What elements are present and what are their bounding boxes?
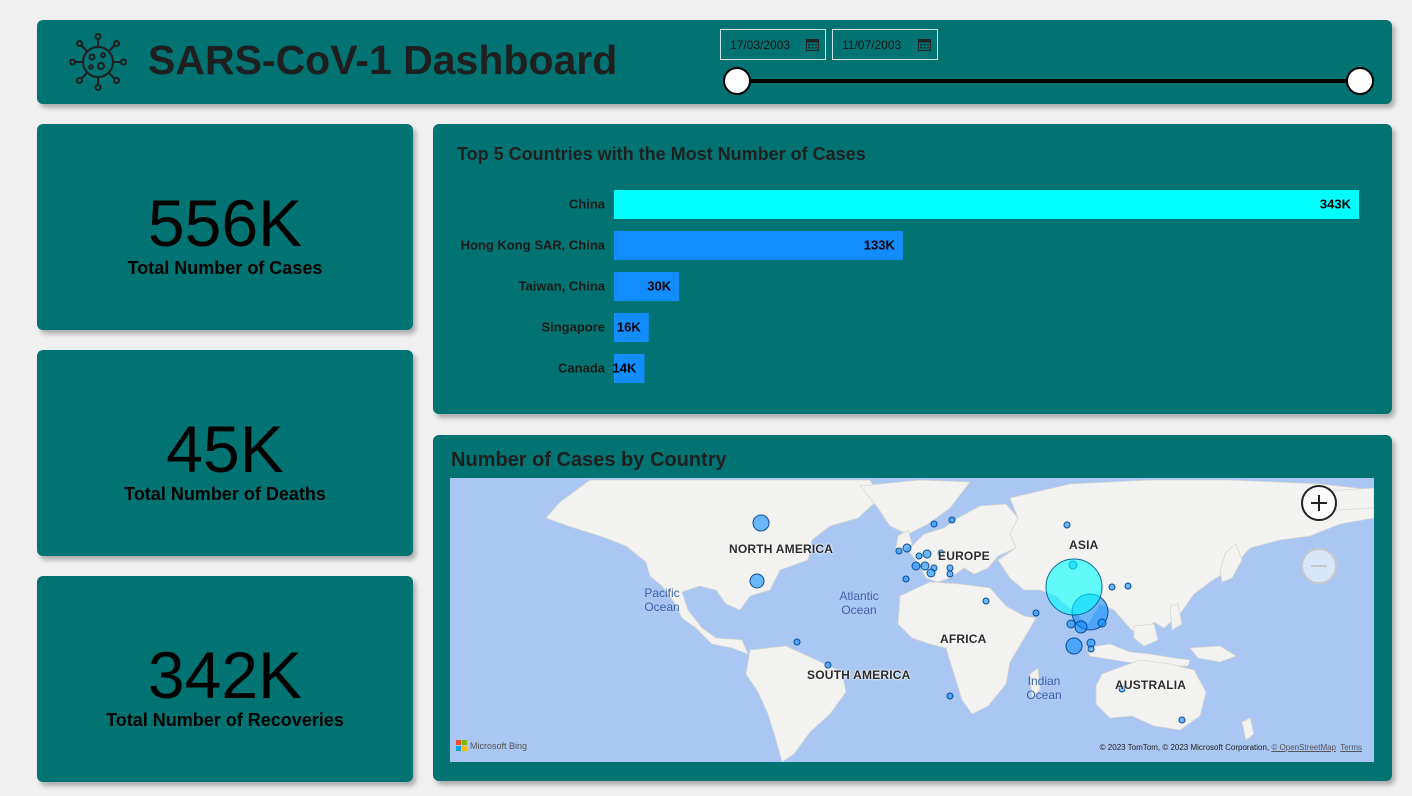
map-bubble	[915, 552, 923, 560]
map-bubble	[1108, 583, 1116, 591]
world-map[interactable]: NORTH AMERICA EUROPE ASIA AFRICA SOUTH A…	[450, 478, 1374, 762]
calendar-icon[interactable]	[806, 38, 819, 51]
kpi-label-cases: Total Number of Cases	[127, 258, 323, 278]
kpi-card-cases: 556K Total Number of Cases	[37, 124, 413, 330]
top-countries-chart-card: Top 5 Countries with the Most Number of …	[433, 124, 1392, 414]
zoom-in-button[interactable]	[1301, 485, 1337, 521]
openstreetmap-link[interactable]: © OpenStreetMap	[1271, 743, 1336, 752]
continent-label-asia: ASIA	[1069, 538, 1099, 552]
map-title: Number of Cases by Country	[451, 449, 727, 471]
dashboard-title: SARS-CoV-1 Dashboard	[148, 37, 618, 83]
map-bubble	[1124, 582, 1132, 590]
map-bubble	[926, 568, 936, 578]
bar-category-label: Canada	[558, 361, 606, 376]
ocean-label-pacific: Pacific Ocean	[644, 586, 680, 614]
continent-label-europe: EUROPE	[938, 549, 990, 563]
continent-label-north-america: NORTH AMERICA	[729, 542, 834, 556]
calendar-icon[interactable]	[918, 38, 931, 51]
bar-value-label: 14K	[613, 361, 637, 376]
terms-link[interactable]: Terms	[1340, 743, 1362, 752]
map-bubble	[1097, 618, 1107, 628]
continent-label-australia: AUSTRALIA	[1115, 678, 1187, 692]
bar-category-label: Singapore	[541, 320, 605, 335]
bing-logo: Microsoft Bing	[456, 740, 527, 751]
map-bubble	[948, 516, 956, 524]
bar-value-label: 133K	[864, 238, 896, 253]
land-north-america	[545, 479, 881, 655]
bar-0[interactable]	[614, 190, 1359, 219]
plus-icon	[1311, 495, 1327, 511]
bing-logo-text: Microsoft Bing	[470, 740, 528, 751]
ocean-label-indian: Indian Ocean	[1026, 674, 1062, 702]
continent-label-africa: AFRICA	[940, 632, 987, 646]
kpi-value-recoveries: 342K	[147, 638, 303, 712]
map-bubble	[982, 597, 990, 605]
bar-1[interactable]	[614, 231, 903, 260]
microsoft-logo-icon	[456, 740, 467, 751]
map-bubble	[946, 570, 954, 578]
kpi-value-cases: 556K	[147, 186, 303, 260]
start-date-input[interactable]: 17/03/2003	[720, 29, 826, 60]
date-range-slider-track[interactable]	[737, 79, 1360, 83]
map-bubble	[1087, 645, 1095, 653]
bar-value-label: 16K	[617, 320, 641, 335]
map-bubble	[911, 561, 921, 571]
ocean-label-atlantic: Atlantic Ocean	[839, 589, 879, 617]
bar-category-label: China	[569, 197, 606, 212]
land-africa	[897, 581, 1037, 715]
kpi-label-deaths: Total Number of Deaths	[124, 484, 326, 504]
end-date-value: 11/07/2003	[842, 37, 902, 52]
minus-icon	[1311, 565, 1327, 567]
bar-value-label: 343K	[1320, 197, 1352, 212]
start-date-value: 17/03/2003	[730, 37, 791, 52]
slider-end-handle[interactable]	[1346, 67, 1374, 95]
kpi-label-recoveries: Total Number of Recoveries	[106, 710, 344, 730]
map-bubble	[1066, 619, 1076, 629]
slider-start-handle[interactable]	[723, 67, 751, 95]
header-banner: SARS-CoV-1 Dashboard 17/03/2003 11/07/20…	[37, 20, 1392, 104]
end-date-input[interactable]: 11/07/2003	[832, 29, 938, 60]
kpi-card-deaths: 45K Total Number of Deaths	[37, 350, 413, 556]
virus-icon	[69, 33, 127, 91]
land-australia	[1095, 659, 1207, 731]
map-bubble	[752, 514, 770, 532]
map-bubble	[902, 575, 910, 583]
land-new-zealand	[1241, 717, 1255, 741]
bar-category-label: Taiwan, China	[519, 279, 606, 294]
bar-category-label: Hong Kong SAR, China	[461, 238, 606, 253]
map-bubble	[895, 547, 903, 555]
map-bubble	[902, 543, 912, 553]
map-bubble	[1074, 620, 1088, 634]
land-borneo	[1133, 623, 1159, 647]
attribution-text: © 2023 TomTom, © 2023 Microsoft Corporat…	[1099, 743, 1270, 752]
kpi-card-recoveries: 342K Total Number of Recoveries	[37, 576, 413, 782]
map-bubble	[793, 638, 801, 646]
map-bubble	[922, 549, 932, 559]
map-bubble	[1063, 521, 1071, 529]
land-new-guinea	[1189, 645, 1237, 663]
map-bubble	[749, 573, 765, 589]
land-masses	[545, 479, 1374, 762]
map-attribution: © 2023 TomTom, © 2023 Microsoft Corporat…	[1100, 743, 1336, 752]
continent-label-south-america: SOUTH AMERICA	[807, 668, 911, 682]
map-bubble	[1065, 637, 1083, 655]
map-bubble	[1032, 609, 1040, 617]
map-card: Number of Cases by Country NORTH AMERICA…	[433, 435, 1392, 781]
zoom-out-button[interactable]	[1301, 548, 1337, 584]
map-bubble	[920, 561, 930, 571]
map-bubble	[946, 564, 954, 572]
map-bubble	[946, 692, 954, 700]
kpi-value-deaths: 45K	[166, 412, 284, 486]
map-bubble	[1178, 716, 1186, 724]
bar-value-label: 30K	[647, 279, 671, 294]
map-bubble-china	[1045, 558, 1103, 616]
map-bubble	[930, 520, 938, 528]
map-canvas	[545, 479, 1374, 762]
bar-chart: China 343K Hong Kong SAR, China 133K Taiwan,…	[461, 190, 1359, 383]
